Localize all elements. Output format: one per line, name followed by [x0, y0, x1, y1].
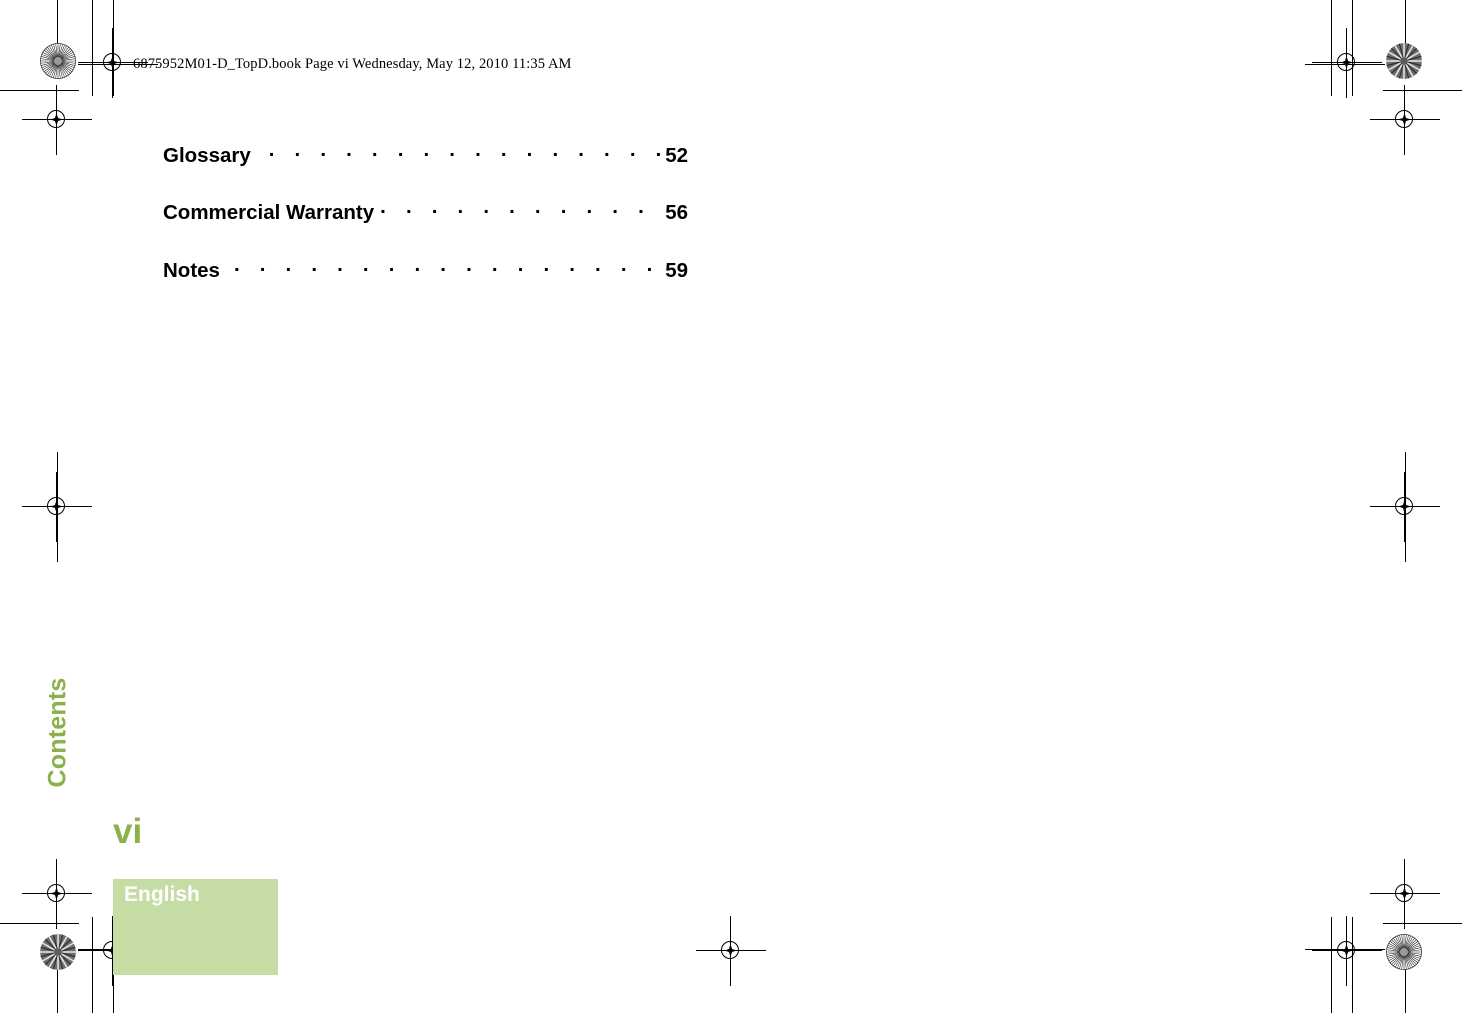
- registration-target-icon-bottom-right-inner: [1312, 916, 1382, 986]
- crop-line-bottom-right-inner-v1: [1352, 917, 1353, 1013]
- crop-line-top-right-rule: [1305, 64, 1385, 65]
- page-canvas: 6875952M01-D_TopD.book Page vi Wednesday…: [0, 0, 1462, 1013]
- toc-entry-page-number: 59: [665, 258, 688, 282]
- crop-line-bottom-inner-v1: [92, 917, 93, 1013]
- crop-line-top-right-h: [1383, 90, 1462, 91]
- starburst-density-icon-top-left: [40, 43, 76, 79]
- starburst-density-icon-bottom-right: [1386, 934, 1422, 970]
- crop-line-bottom-right-h: [1383, 923, 1462, 924]
- registration-target-icon-top-right-outer: [1370, 85, 1440, 155]
- toc-leader-dots: . . . . . . . . . . . . . . . . . . . . …: [268, 141, 661, 161]
- toc-entry-title: Notes: [163, 258, 220, 282]
- page-number-folio: vi: [113, 812, 143, 851]
- crop-line-mid-right-v: [1405, 452, 1406, 562]
- starburst-density-icon-top-right: [1386, 43, 1422, 79]
- language-label: English: [124, 883, 200, 906]
- crop-line-top-inner-v2: [113, 0, 114, 96]
- toc-entry-notes[interactable]: Notes . . . . . . . . . . . . . . . . . …: [163, 256, 688, 283]
- registration-target-icon-bottom-left-outer: [22, 859, 92, 929]
- toc-entry-page-number: 56: [665, 201, 688, 224]
- registration-target-icon-bottom-center: [696, 916, 766, 986]
- file-info-header: 6875952M01-D_TopD.book Page vi Wednesday…: [133, 56, 572, 72]
- registration-target-icon-bottom-right-outer: [1370, 859, 1440, 929]
- crop-line-top-right-inner-v2: [1331, 0, 1332, 96]
- toc-leader-dots: . . . . . . . . . . . . . . . . . . . . …: [380, 198, 661, 219]
- crop-line-top-right-inner-v1: [1352, 0, 1353, 96]
- toc-leader-dots: . . . . . . . . . . . . . . . . . . . . …: [233, 256, 661, 276]
- section-tab-label: Contents: [43, 677, 72, 788]
- registration-target-icon-top-left-outer: [22, 85, 92, 155]
- crop-line-top-inner-v1: [92, 0, 93, 96]
- crop-line-bottom-left-h: [0, 923, 79, 924]
- toc-entry-title: Glossary: [163, 143, 251, 167]
- crop-line-mid-left-v: [57, 452, 58, 562]
- crop-line-bottom-right-inner-v2: [1331, 917, 1332, 1013]
- crop-line-top-left-h: [0, 90, 79, 91]
- toc-entry-commercial-warranty[interactable]: Commercial Warranty . . . . . . . . . . …: [163, 199, 688, 226]
- registration-target-icon-top-right-inner: [1312, 28, 1382, 98]
- toc-entry-glossary[interactable]: Glossary . . . . . . . . . . . . . . . .…: [163, 141, 688, 168]
- toc-entry-title: Commercial Warranty: [163, 201, 375, 224]
- starburst-density-icon-bottom-left: [40, 934, 76, 970]
- crop-line-bottom-right-rule: [1305, 949, 1385, 950]
- table-of-contents: Glossary . . . . . . . . . . . . . . . .…: [163, 141, 688, 314]
- toc-entry-page-number: 52: [665, 143, 688, 167]
